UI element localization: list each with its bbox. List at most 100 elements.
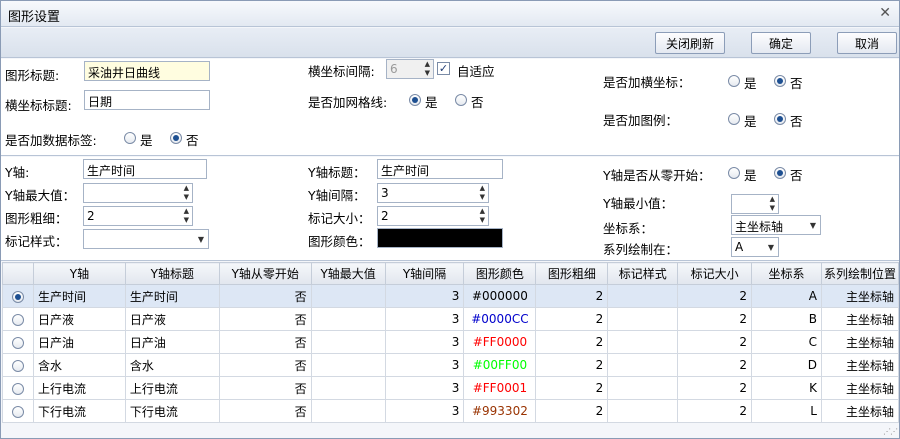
cell-series-pos[interactable]: 主坐标轴 (820, 284, 899, 308)
cell-from-zero[interactable]: 否 (218, 284, 312, 308)
table-row[interactable]: 上行电流 上行电流 否 3 #FF0001 2 2 K 主坐标轴 (2, 376, 899, 400)
cell-coord[interactable]: C (751, 330, 822, 354)
spin-arrows-icon[interactable]: ▲ ▼ (480, 184, 485, 202)
cancel-button[interactable]: 取消 (837, 32, 897, 54)
column-header-yinterval[interactable]: Y轴间隔 (384, 262, 465, 285)
row-select-cell[interactable] (2, 353, 34, 377)
from-zero-no-radio[interactable] (774, 167, 786, 179)
cell-marker-size[interactable]: 2 (677, 330, 753, 354)
row-select-radio[interactable] (11, 359, 24, 372)
row-select-cell[interactable] (2, 330, 34, 354)
cell-from-zero[interactable]: 否 (218, 307, 312, 331)
series-pos-select[interactable]: A ▼ (731, 237, 779, 257)
column-header-yaxis[interactable]: Y轴 (32, 262, 126, 285)
xaxis-title-input[interactable]: 日期 (84, 90, 210, 110)
spin-arrows-icon[interactable]: ▲ ▼ (184, 184, 189, 202)
row-select-cell[interactable] (2, 399, 34, 423)
cell-yaxis[interactable]: 日产液 (32, 307, 126, 331)
close-refresh-button[interactable]: 关闭刷新 (655, 32, 725, 54)
marker-size-stepper[interactable]: 2 ▲ ▼ (377, 206, 489, 226)
cell-marker-style[interactable] (607, 307, 679, 331)
add-xaxis-yes-radio[interactable] (728, 75, 740, 87)
cell-yinterval[interactable]: 3 (384, 307, 465, 331)
row-select-radio[interactable] (11, 336, 24, 349)
column-header-ymax[interactable]: Y轴最大值 (310, 262, 386, 285)
add-legend-no-radio[interactable] (774, 113, 786, 125)
cell-yinterval[interactable]: 3 (384, 330, 465, 354)
row-select-cell[interactable] (2, 284, 34, 308)
cell-color[interactable]: #FF0000 (463, 330, 537, 354)
marker-style-select[interactable]: ▼ (83, 229, 209, 249)
spin-arrows-icon[interactable]: ▲ ▼ (425, 60, 430, 78)
resize-grip-icon[interactable]: ⋰⋰ (883, 427, 898, 436)
cell-ytitle[interactable]: 上行电流 (124, 376, 220, 400)
cell-ytitle[interactable]: 日产油 (124, 330, 220, 354)
cell-marker-size[interactable]: 2 (677, 284, 753, 308)
cell-from-zero[interactable]: 否 (218, 399, 312, 423)
spin-arrows-icon[interactable]: ▲ ▼ (480, 207, 485, 225)
ymin-stepper[interactable]: ▲ ▼ (731, 194, 779, 214)
yinterval-stepper[interactable]: 3 ▲ ▼ (377, 183, 489, 203)
cell-coord[interactable]: K (751, 376, 822, 400)
cell-yinterval[interactable]: 3 (384, 284, 465, 308)
xaxis-interval-stepper[interactable]: 6 ▲ ▼ (386, 59, 434, 79)
ok-button[interactable]: 确定 (751, 32, 811, 54)
cell-series-pos[interactable]: 主坐标轴 (820, 307, 899, 331)
row-select-radio[interactable] (11, 382, 24, 395)
cell-color[interactable]: #000000 (463, 284, 537, 308)
coord-select[interactable]: 主坐标轴 ▼ (731, 215, 821, 235)
row-select-radio[interactable] (11, 313, 24, 326)
cell-thickness[interactable]: 2 (535, 376, 609, 400)
cell-color[interactable]: #00FF00 (463, 353, 537, 377)
table-row[interactable]: 日产液 日产液 否 3 #0000CC 2 2 B 主坐标轴 (2, 307, 899, 331)
table-row[interactable]: 生产时间 生产时间 否 3 #000000 2 2 A 主坐标轴 (2, 284, 899, 308)
spin-arrows-icon[interactable]: ▲ ▼ (184, 207, 189, 225)
row-select-radio[interactable] (11, 290, 24, 303)
cell-marker-size[interactable]: 2 (677, 399, 753, 423)
cell-ymax[interactable] (310, 353, 386, 377)
cell-coord[interactable]: L (751, 399, 822, 423)
cell-marker-style[interactable] (607, 330, 679, 354)
color-picker[interactable] (377, 228, 503, 248)
cell-color[interactable]: #FF0001 (463, 376, 537, 400)
cell-thickness[interactable]: 2 (535, 284, 609, 308)
column-header-color[interactable]: 图形颜色 (463, 262, 537, 285)
cell-marker-style[interactable] (607, 399, 679, 423)
cell-coord[interactable]: D (751, 353, 822, 377)
table-row[interactable]: 含水 含水 否 3 #00FF00 2 2 D 主坐标轴 (2, 353, 899, 377)
cell-yaxis[interactable]: 生产时间 (32, 284, 126, 308)
thickness-stepper[interactable]: 2 ▲ ▼ (83, 206, 193, 226)
gridlines-yes-radio[interactable] (409, 94, 421, 106)
column-header-marker-size[interactable]: 标记大小 (677, 262, 753, 285)
cell-ytitle[interactable]: 日产液 (124, 307, 220, 331)
row-select-cell[interactable] (2, 376, 34, 400)
column-header-series-pos[interactable]: 系列绘制位置 (820, 262, 899, 285)
cell-yinterval[interactable]: 3 (384, 376, 465, 400)
add-legend-yes-radio[interactable] (728, 113, 740, 125)
column-header-marker-style[interactable]: 标记样式 (607, 262, 679, 285)
cell-color[interactable]: #993302 (463, 399, 537, 423)
cell-series-pos[interactable]: 主坐标轴 (820, 399, 899, 423)
cell-ymax[interactable] (310, 330, 386, 354)
cell-series-pos[interactable]: 主坐标轴 (820, 330, 899, 354)
cell-marker-size[interactable]: 2 (677, 307, 753, 331)
cell-from-zero[interactable]: 否 (218, 376, 312, 400)
row-select-radio[interactable] (11, 405, 24, 418)
data-labels-no-radio[interactable] (170, 132, 182, 144)
cell-marker-style[interactable] (607, 376, 679, 400)
spin-arrows-icon[interactable]: ▲ ▼ (770, 195, 775, 213)
cell-thickness[interactable]: 2 (535, 353, 609, 377)
cell-marker-style[interactable] (607, 353, 679, 377)
cell-marker-size[interactable]: 2 (677, 376, 753, 400)
cell-thickness[interactable]: 2 (535, 330, 609, 354)
column-header-coord[interactable]: 坐标系 (751, 262, 822, 285)
cell-ymax[interactable] (310, 376, 386, 400)
cell-ytitle[interactable]: 含水 (124, 353, 220, 377)
table-row[interactable]: 日产油 日产油 否 3 #FF0000 2 2 C 主坐标轴 (2, 330, 899, 354)
chart-title-input[interactable]: 采油井日曲线 (84, 61, 210, 81)
auto-fit-checkbox[interactable]: ✓ (437, 62, 450, 75)
cell-thickness[interactable]: 2 (535, 399, 609, 423)
gridlines-no-radio[interactable] (455, 94, 467, 106)
data-labels-yes-radio[interactable] (124, 132, 136, 144)
cell-ytitle[interactable]: 生产时间 (124, 284, 220, 308)
